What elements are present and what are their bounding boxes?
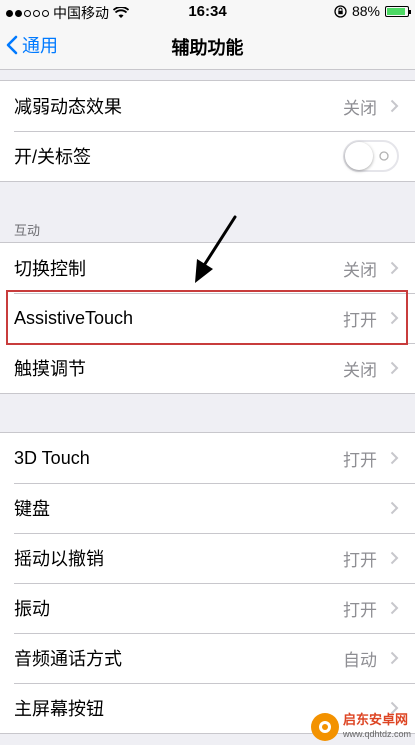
row-value: 自动: [343, 650, 377, 670]
chevron-right-icon: [390, 501, 399, 515]
battery-percent: 88%: [351, 3, 380, 19]
battery-level-fill: [387, 7, 405, 15]
row-label: 触摸调节: [14, 359, 86, 379]
status-right: 88%: [334, 3, 411, 19]
row-label: 摇动以撤销: [14, 549, 104, 569]
row-vibration[interactable]: 振动 打开: [0, 583, 415, 633]
watermark-url: www.qdhtdz.com: [342, 729, 411, 739]
row-value: 关闭: [343, 360, 377, 380]
on-off-labels-toggle[interactable]: [343, 140, 399, 172]
watermark-logo-icon: [310, 713, 339, 741]
row-label: 键盘: [14, 499, 50, 519]
watermark: 启东安卓网 www.qdhtdz.com: [310, 712, 411, 741]
rotation-lock-icon: [334, 4, 347, 18]
row-touch-accommodations[interactable]: 触摸调节 关闭: [0, 343, 415, 393]
toggle-off-indicator-icon: [379, 151, 389, 161]
status-bar: 中国移动 16:34 88%: [0, 0, 415, 22]
section-header-interaction: 互动: [14, 223, 41, 238]
row-value: 打开: [343, 450, 377, 470]
settings-group-display: 减弱动态效果 关闭 开/关标签: [0, 80, 415, 182]
annotation-arrow-icon: [195, 215, 237, 283]
row-label: 音频通话方式: [14, 649, 122, 669]
chevron-right-icon: [390, 451, 399, 465]
chevron-right-icon: [390, 261, 399, 275]
toggle-knob: [345, 142, 373, 170]
chevron-right-icon: [390, 601, 399, 615]
row-label: 减弱动态效果: [14, 97, 122, 117]
row-value: 关闭: [343, 98, 377, 118]
watermark-name: 启东安卓网: [342, 712, 408, 727]
row-call-audio-routing[interactable]: 音频通话方式 自动: [0, 633, 415, 683]
row-value: 打开: [343, 600, 377, 620]
chevron-right-icon: [390, 551, 399, 565]
row-label: 切换控制: [14, 259, 86, 279]
row-shake-to-undo[interactable]: 摇动以撤销 打开: [0, 533, 415, 583]
row-on-off-labels: 开/关标签: [0, 131, 415, 181]
row-value: 关闭: [343, 260, 377, 280]
annotation-highlight-box: [6, 290, 408, 345]
row-reduce-motion[interactable]: 减弱动态效果 关闭: [0, 81, 415, 131]
row-label: 3D Touch: [14, 447, 90, 468]
row-label: 主屏幕按钮: [14, 699, 104, 719]
page-title: 辅助功能: [171, 38, 244, 58]
battery-icon: [385, 5, 411, 17]
row-value: 打开: [343, 550, 377, 570]
chevron-right-icon: [390, 99, 399, 113]
chevron-right-icon: [390, 361, 399, 375]
navigation-bar: 通用 辅助功能: [0, 22, 415, 70]
row-keyboard[interactable]: 键盘: [0, 483, 415, 533]
settings-group-other: 3D Touch 打开 键盘 摇动以撤销 打开 振动 打开 音频通话方式 自动 …: [0, 432, 415, 734]
row-3d-touch[interactable]: 3D Touch 打开: [0, 433, 415, 483]
row-label: 开/关标签: [14, 147, 92, 167]
chevron-right-icon: [390, 651, 399, 665]
row-label: 振动: [14, 599, 50, 619]
